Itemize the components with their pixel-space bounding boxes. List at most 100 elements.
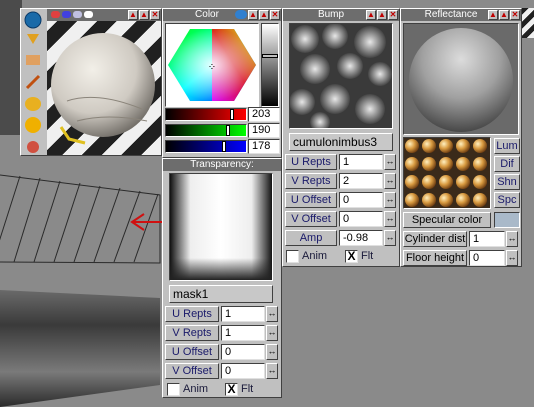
u-offset-field[interactable]: 0 — [339, 192, 383, 208]
v-offset-button[interactable]: V Offset — [165, 363, 219, 379]
u-repts-stepper-icon[interactable]: ↔ — [384, 154, 396, 170]
blue-slider[interactable] — [165, 140, 247, 153]
v-repts-stepper-icon[interactable]: ↔ — [384, 173, 396, 189]
u-repts-field[interactable]: 1 — [339, 154, 383, 170]
floor-height-button[interactable]: Floor height — [403, 250, 467, 266]
v-offset-stepper-icon[interactable]: ↔ — [266, 363, 278, 379]
cylinder-dist-button[interactable]: Cylinder dist — [403, 231, 467, 247]
lum-button[interactable]: Lum — [494, 138, 520, 154]
blue-value[interactable]: 178 — [248, 139, 280, 154]
minimize-button[interactable]: ▲ — [366, 10, 376, 20]
reflectance-sphere — [404, 24, 518, 134]
transparency-preview[interactable] — [169, 173, 273, 281]
cylinder-dist-field[interactable]: 1 — [469, 231, 505, 247]
flt-label: Flt — [361, 250, 374, 262]
u-offset-button[interactable]: U Offset — [285, 192, 337, 208]
color-chip-mixed-icon[interactable] — [73, 11, 82, 18]
right-edge-strip — [522, 8, 534, 38]
minimize-button[interactable]: ▲ — [248, 10, 258, 20]
v-repts-stepper-icon[interactable]: ↔ — [266, 325, 278, 341]
close-button[interactable]: ✕ — [270, 10, 280, 20]
u-repts-field[interactable]: 1 — [221, 306, 265, 322]
preview-sphere — [51, 33, 155, 145]
blue-slider-thumb[interactable] — [222, 141, 226, 152]
amp-field[interactable]: -0.98 — [339, 230, 383, 246]
v-repts-button[interactable]: V Repts — [165, 325, 219, 341]
flt-checkbox[interactable]: X — [225, 383, 238, 396]
green-slider-thumb[interactable] — [226, 125, 230, 136]
u-offset-stepper-icon[interactable]: ↔ — [384, 192, 396, 208]
u-offset-stepper-icon[interactable]: ↔ — [266, 344, 278, 360]
flt-checkbox[interactable]: X — [345, 250, 358, 263]
color-chip-blue-icon[interactable] — [62, 11, 71, 18]
reflectance-swatch-grid[interactable] — [403, 137, 491, 209]
transparency-titlebar: Transparency: — [163, 159, 281, 171]
v-offset-field[interactable]: 0 — [339, 211, 383, 227]
cylinder-icon — [25, 97, 41, 111]
dif-button[interactable]: Dif — [494, 156, 520, 172]
anim-checkbox[interactable] — [167, 383, 180, 396]
bump-texture-name-box[interactable]: cumulonimbus3 — [289, 133, 393, 151]
maximize-button[interactable]: ▲ — [499, 10, 509, 20]
specular-color-button[interactable]: Specular color — [403, 212, 491, 228]
eyedropper-icon — [25, 74, 41, 90]
floor-height-stepper-icon[interactable]: ↔ — [506, 250, 518, 266]
material-preview[interactable] — [47, 21, 161, 155]
crosshair-icon: ⁘ — [208, 62, 216, 73]
color-chip-red-icon[interactable] — [51, 11, 60, 18]
amp-button[interactable]: Amp — [285, 230, 337, 246]
maximize-button[interactable]: ▲ — [259, 10, 269, 20]
u-repts-stepper-icon[interactable]: ↔ — [266, 306, 278, 322]
color-title: Color — [195, 9, 219, 20]
bump-panel: Bump ▲ ▲ ✕ cumulonimbus3 U Repts 1 ↔ V R… — [282, 8, 400, 267]
maximize-button[interactable]: ▲ — [139, 10, 149, 20]
u-offset-field[interactable]: 0 — [221, 344, 265, 360]
v-offset-button[interactable]: V Offset — [285, 211, 337, 227]
tool-column — [21, 9, 46, 155]
globe-icon — [24, 11, 42, 29]
floor-height-field[interactable]: 0 — [469, 250, 505, 266]
brightness-thumb[interactable] — [262, 54, 278, 58]
color-titlebar: Color ▲ ▲ ✕ — [163, 9, 281, 21]
floor-texture — [0, 290, 160, 407]
close-button[interactable]: ✕ — [150, 10, 160, 20]
anim-checkbox[interactable] — [286, 250, 299, 263]
anim-label: Anim — [302, 250, 328, 262]
maximize-button[interactable]: ▲ — [377, 10, 387, 20]
v-repts-field[interactable]: 1 — [221, 325, 265, 341]
anim-label: Anim — [183, 383, 209, 395]
bump-texture-preview[interactable] — [289, 23, 393, 129]
bump-texture-image — [290, 24, 392, 128]
v-repts-button[interactable]: V Repts — [285, 173, 337, 189]
close-button[interactable]: ✕ — [510, 10, 520, 20]
minimize-button[interactable]: ▲ — [488, 10, 498, 20]
bump-texture-name: cumulonimbus3 — [293, 135, 378, 149]
spc-button[interactable]: Spc — [494, 192, 520, 208]
transparency-panel: Transparency: mask1 U Repts 1 ↔ V Repts … — [162, 158, 282, 398]
mask-name: mask1 — [173, 287, 209, 301]
v-repts-field[interactable]: 2 — [339, 173, 383, 189]
shn-button[interactable]: Shn — [494, 174, 520, 190]
amp-stepper-icon[interactable]: ↔ — [384, 230, 396, 246]
reflectance-preview[interactable] — [403, 23, 519, 135]
minimize-button[interactable]: ▲ — [128, 10, 138, 20]
red-slider-thumb[interactable] — [230, 109, 234, 120]
u-repts-button[interactable]: U Repts — [285, 154, 337, 170]
brightness-slider[interactable] — [261, 23, 279, 107]
sphere-icon — [25, 117, 41, 133]
red-value[interactable]: 203 — [248, 107, 280, 122]
close-button[interactable]: ✕ — [388, 10, 398, 20]
v-offset-field[interactable]: 0 — [221, 363, 265, 379]
v-offset-stepper-icon[interactable]: ↔ — [384, 211, 396, 227]
specular-color-swatch[interactable] — [494, 212, 520, 228]
hex-color-picker[interactable]: ⁘ — [165, 23, 259, 107]
cylinder-dist-stepper-icon[interactable]: ↔ — [506, 231, 518, 247]
u-repts-button[interactable]: U Repts — [165, 306, 219, 322]
green-slider[interactable] — [165, 124, 247, 137]
globe-small-icon[interactable] — [235, 10, 247, 19]
u-offset-button[interactable]: U Offset — [165, 344, 219, 360]
green-value[interactable]: 190 — [248, 123, 280, 138]
color-chip-white-icon[interactable] — [84, 11, 93, 18]
mask-name-box[interactable]: mask1 — [169, 285, 273, 303]
red-slider[interactable] — [165, 108, 247, 121]
